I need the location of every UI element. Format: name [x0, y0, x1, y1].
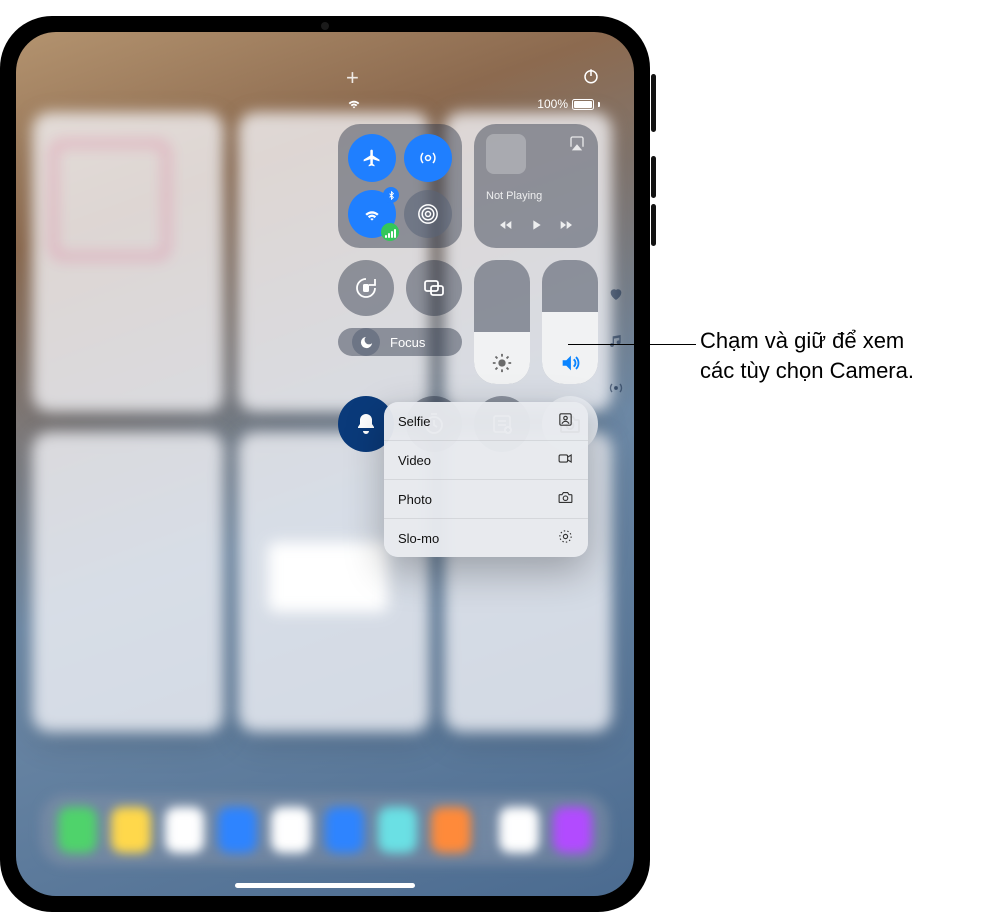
- dock-app[interactable]: [218, 807, 257, 853]
- brightness-slider[interactable]: [474, 260, 530, 384]
- rotation-lock-toggle[interactable]: [338, 260, 394, 316]
- callout-line-1: Chạm và giữ để xem: [700, 328, 904, 353]
- airplay-icon[interactable]: [568, 134, 586, 157]
- power-icon[interactable]: [582, 67, 600, 90]
- callout-line-2: các tùy chọn Camera.: [700, 358, 914, 383]
- connectivity-group[interactable]: [338, 124, 462, 248]
- status-bar: 100%: [346, 92, 600, 116]
- bluetooth-badge: [383, 187, 399, 203]
- home-indicator[interactable]: [235, 883, 415, 888]
- volume-slider[interactable]: [542, 260, 598, 384]
- dock-app[interactable]: [325, 807, 364, 853]
- volume-down-physical: [651, 204, 656, 246]
- camera-menu-video[interactable]: Video: [384, 441, 588, 480]
- camera-menu-slomo[interactable]: Slo-mo: [384, 519, 588, 557]
- airdrop-toggle[interactable]: [404, 134, 452, 182]
- focus-toggle[interactable]: Focus: [338, 328, 462, 356]
- power-button-physical: [651, 74, 656, 132]
- previous-track-button[interactable]: [498, 217, 514, 238]
- menu-item-label: Photo: [398, 492, 432, 507]
- callout-text: Chạm và giữ để xem các tùy chọn Camera.: [700, 326, 980, 385]
- signal-icon: [608, 380, 624, 401]
- battery-percent: 100%: [537, 97, 568, 111]
- wifi-status-icon: [346, 95, 362, 114]
- menu-item-label: Video: [398, 453, 431, 468]
- background-app-tile: [32, 112, 224, 412]
- person-square-icon: [557, 411, 574, 431]
- dock-app[interactable]: [553, 807, 592, 853]
- menu-item-label: Selfie: [398, 414, 431, 429]
- background-app-tile: [32, 432, 224, 732]
- volume-up-physical: [651, 156, 656, 198]
- dock-app[interactable]: [165, 807, 204, 853]
- camera-menu-selfie[interactable]: Selfie: [384, 402, 588, 441]
- screen-mirroring-button[interactable]: [406, 260, 462, 316]
- dock-app[interactable]: [58, 807, 97, 853]
- media-playback-tile[interactable]: Not Playing: [474, 124, 598, 248]
- callout-leader-line: [568, 344, 696, 345]
- dock: [40, 794, 610, 866]
- dock-app[interactable]: [271, 807, 310, 853]
- media-artwork: [486, 134, 526, 174]
- camera-icon: [557, 489, 574, 509]
- cellular-signal-badge: [381, 223, 399, 241]
- screen: + 100%: [16, 32, 634, 896]
- wifi-toggle[interactable]: [348, 190, 396, 238]
- video-icon: [557, 450, 574, 470]
- focus-label: Focus: [390, 335, 425, 350]
- dock-app[interactable]: [499, 807, 538, 853]
- menu-item-label: Slo-mo: [398, 531, 439, 546]
- moon-icon: [352, 328, 380, 356]
- dock-app[interactable]: [431, 807, 470, 853]
- ipad-device-frame: + 100%: [0, 16, 650, 912]
- now-playing-label: Not Playing: [486, 190, 586, 202]
- slomo-icon: [557, 528, 574, 548]
- heart-icon: [608, 286, 624, 307]
- cellular-data-toggle[interactable]: [404, 190, 452, 238]
- next-track-button[interactable]: [558, 217, 574, 238]
- dock-app[interactable]: [111, 807, 150, 853]
- airplane-mode-toggle[interactable]: [348, 134, 396, 182]
- dock-app[interactable]: [378, 807, 417, 853]
- camera-menu-photo[interactable]: Photo: [384, 480, 588, 519]
- battery-status: 100%: [537, 97, 600, 111]
- add-control-button[interactable]: +: [346, 65, 359, 91]
- camera-context-menu: Selfie Video Photo Slo-mo: [384, 402, 588, 557]
- dock-separator: [485, 806, 486, 854]
- play-button[interactable]: [528, 217, 544, 238]
